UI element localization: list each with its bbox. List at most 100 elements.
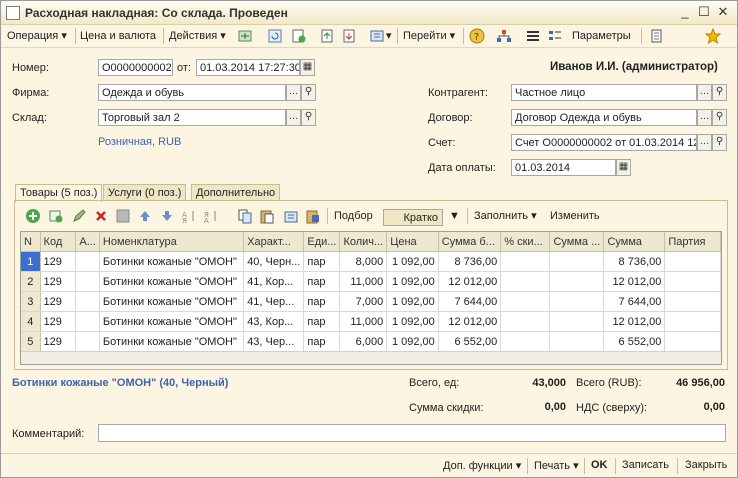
table-cell[interactable]: пар	[303, 251, 341, 272]
column-header[interactable]: А...	[75, 232, 100, 252]
date-field[interactable]: 01.03.2014 17:27:30	[196, 59, 300, 76]
invoice-open-icon[interactable]: ⚲	[712, 134, 727, 151]
calendar-icon[interactable]: ▦	[300, 59, 315, 76]
table-row[interactable]: 2 129 Ботинки кожаные "ОМОН" 41, Кор... пар 1…	[21, 271, 721, 292]
comment-field[interactable]	[98, 424, 726, 442]
table-cell[interactable]	[549, 331, 605, 352]
import-icon[interactable]	[283, 208, 299, 224]
table-cell[interactable]	[75, 251, 100, 272]
paste-icon[interactable]	[259, 208, 275, 224]
table-cell[interactable]: 41, Чер...	[243, 291, 305, 312]
table-cell[interactable]: 8 736,00	[438, 251, 502, 272]
column-header[interactable]: Партия	[664, 232, 721, 252]
column-header[interactable]: % ски...	[500, 232, 551, 252]
column-header[interactable]: Сумма ...	[549, 232, 605, 252]
column-header[interactable]: Характ...	[243, 232, 305, 252]
goto-menu[interactable]: Перейти ▾	[403, 28, 455, 44]
counterparty-open-icon[interactable]: ⚲	[712, 84, 727, 101]
firm-field[interactable]: Одежда и обувь	[98, 84, 286, 101]
warehouse-field[interactable]: Торговый зал 2	[98, 109, 286, 126]
move-up-icon[interactable]	[137, 208, 153, 224]
sort-asc-icon[interactable]: АЯ	[181, 208, 197, 225]
table-row[interactable]: 5 129 Ботинки кожаные "ОМОН" 43, Чер... пар 6…	[21, 331, 721, 352]
column-header[interactable]: Код	[40, 232, 77, 252]
table-cell[interactable]: 41, Кор...	[243, 271, 305, 292]
help-icon[interactable]: ?	[469, 28, 485, 44]
table-cell[interactable]: 40, Черн...	[243, 251, 305, 272]
table-cell[interactable]: Ботинки кожаные "ОМОН"	[99, 311, 245, 332]
table-cell[interactable]	[75, 311, 100, 332]
extra-functions-menu[interactable]: Доп. функции ▾	[443, 459, 521, 472]
table-cell[interactable]: 11,000	[339, 271, 388, 292]
table-cell[interactable]: пар	[303, 331, 341, 352]
report-icon[interactable]	[649, 28, 665, 44]
horizontal-scrollbar[interactable]	[21, 351, 721, 364]
table-cell[interactable]: 6 552,00	[603, 331, 666, 352]
table-cell[interactable]: 7 644,00	[438, 291, 502, 312]
parameters-button[interactable]: Параметры	[572, 28, 631, 44]
price-type-link[interactable]: Розничная, RUB	[98, 136, 181, 148]
table-cell[interactable]: пар	[303, 271, 341, 292]
list-icon[interactable]	[525, 28, 541, 44]
table-cell[interactable]	[549, 291, 605, 312]
mode-select[interactable]: Кратко	[383, 209, 443, 226]
table-cell[interactable]: 1 092,00	[386, 331, 439, 352]
column-header[interactable]: Еди...	[303, 232, 341, 252]
table-cell[interactable]: 3	[21, 291, 41, 312]
table-cell[interactable]	[549, 271, 605, 292]
table-cell[interactable]	[549, 251, 605, 272]
column-header[interactable]: Сумма б...	[438, 232, 502, 252]
table-cell[interactable]: 4	[21, 311, 41, 332]
doc-down-icon[interactable]	[341, 28, 357, 44]
table-cell[interactable]: 129	[40, 271, 77, 292]
close-button[interactable]: Закрыть	[685, 459, 727, 471]
table-cell[interactable]	[664, 311, 721, 332]
table-cell[interactable]: 1 092,00	[386, 271, 439, 292]
table-cell[interactable]: 7,000	[339, 291, 388, 312]
table-cell[interactable]: 12 012,00	[438, 271, 502, 292]
price-currency-button[interactable]: Цена и валюта	[80, 28, 156, 44]
table-cell[interactable]: 12 012,00	[438, 311, 502, 332]
sort-desc-icon[interactable]: ЯА	[203, 208, 219, 225]
table-cell[interactable]: 129	[40, 331, 77, 352]
table-cell[interactable]: 129	[40, 251, 77, 272]
maximize-icon[interactable]: ☐	[695, 4, 713, 20]
column-header[interactable]: Номенклатура	[99, 232, 245, 252]
table-cell[interactable]: 12 012,00	[603, 271, 666, 292]
paydate-field[interactable]: 01.03.2014	[511, 159, 616, 176]
table-cell[interactable]	[664, 251, 721, 272]
warehouse-open-icon[interactable]: ⚲	[301, 109, 316, 126]
counterparty-field[interactable]: Частное лицо	[511, 84, 697, 101]
tab-additional[interactable]: Дополнительно	[191, 184, 281, 201]
table-cell[interactable]	[75, 291, 100, 312]
tab-services[interactable]: Услуги (0 поз.)	[103, 184, 187, 201]
table-cell[interactable]	[549, 311, 605, 332]
column-header[interactable]: N	[21, 232, 41, 252]
table-cell[interactable]: 1 092,00	[386, 291, 439, 312]
table-cell[interactable]	[75, 331, 100, 352]
warehouse-select-button[interactable]: …	[286, 109, 301, 126]
table-cell[interactable]: 2	[21, 271, 41, 292]
structure-icon[interactable]	[369, 28, 385, 44]
table-cell[interactable]: пар	[303, 311, 341, 332]
copy-row-icon[interactable]	[48, 208, 64, 224]
table-cell[interactable]	[500, 271, 551, 292]
actions-menu[interactable]: Действия ▾	[169, 28, 226, 44]
table-cell[interactable]	[500, 251, 551, 272]
mode-dropdown-icon[interactable]: ▼	[449, 208, 460, 224]
table-cell[interactable]: 129	[40, 291, 77, 312]
contract-select-button[interactable]: …	[697, 109, 712, 126]
invoice-select-button[interactable]: …	[697, 134, 712, 151]
hierarchy-icon[interactable]	[496, 28, 512, 44]
number-field[interactable]: О0000000002	[98, 59, 173, 76]
counterparty-select-button[interactable]: …	[697, 84, 712, 101]
table-cell[interactable]	[664, 271, 721, 292]
table-cell[interactable]	[500, 311, 551, 332]
table-row[interactable]: 1 129 Ботинки кожаные "ОМОН" 40, Черн... пар…	[21, 251, 721, 272]
copy-doc-icon[interactable]	[291, 28, 307, 44]
table-cell[interactable]: 8 736,00	[603, 251, 666, 272]
table-cell[interactable]	[75, 271, 100, 292]
fill-menu[interactable]: Заполнить ▾	[474, 208, 537, 224]
firm-select-button[interactable]: …	[286, 84, 301, 101]
ok-button[interactable]: OK	[591, 459, 608, 471]
